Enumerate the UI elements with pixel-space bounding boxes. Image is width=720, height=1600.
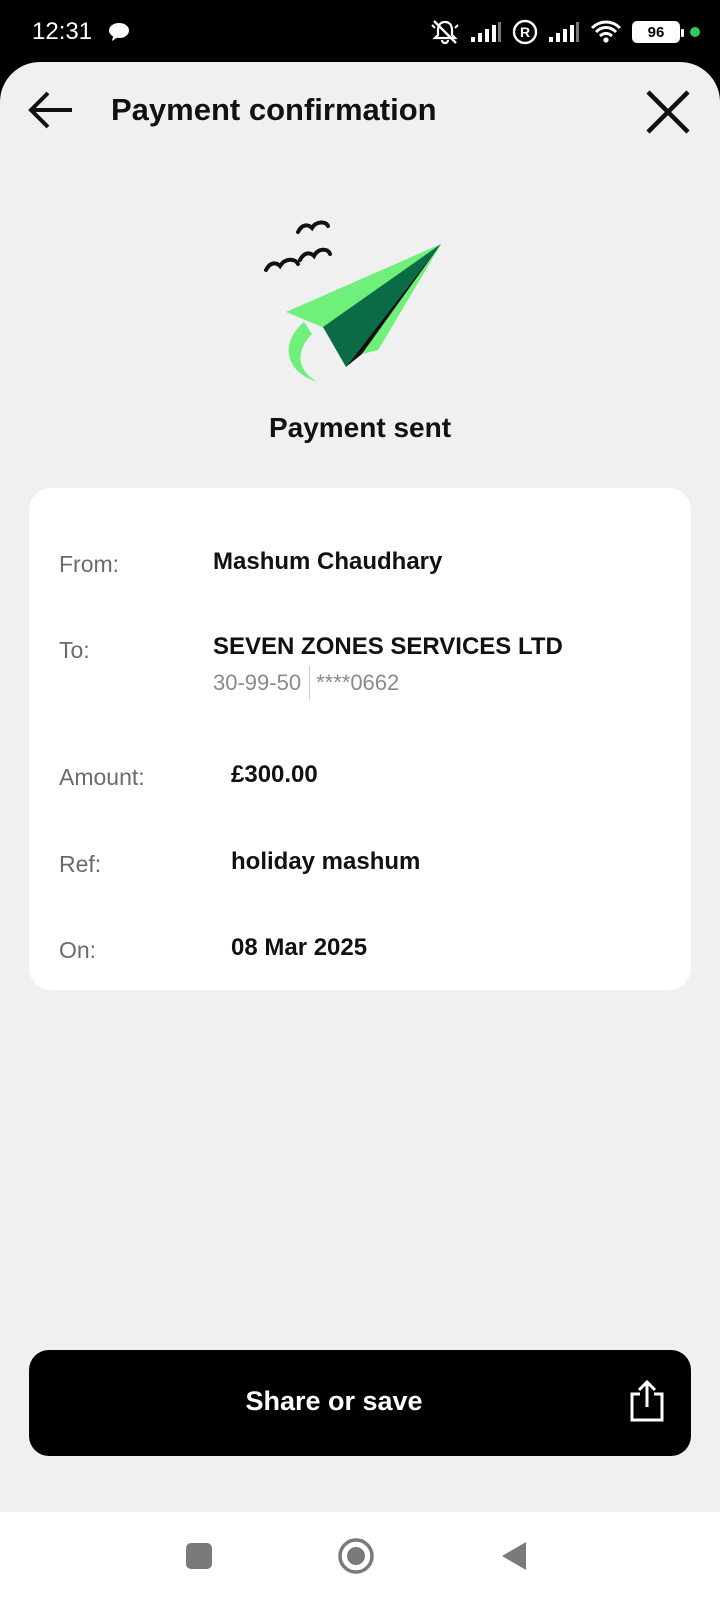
header: Payment confirmation	[0, 62, 720, 162]
muted-bell-icon	[431, 20, 459, 45]
back-triangle-icon[interactable]	[492, 1534, 536, 1578]
account-divider	[309, 666, 311, 700]
share-or-save-label: Share or save	[245, 1386, 423, 1416]
recents-square-icon[interactable]	[177, 1534, 221, 1578]
battery-level: 96	[647, 23, 665, 41]
screen: 12:31 R 96 Payment confirmation Payment …	[0, 0, 720, 1600]
wifi-icon	[590, 20, 622, 43]
account-details: 30-99-50 ****0662	[213, 666, 399, 700]
on-label: On:	[59, 937, 97, 963]
page-title: Payment confirmation	[111, 92, 437, 127]
paper-plane-icon	[264, 220, 441, 382]
signal-icon	[549, 22, 579, 42]
svg-text:R: R	[520, 24, 530, 40]
share-icon	[630, 1380, 664, 1422]
signal-icon	[471, 22, 501, 42]
from-label: From:	[59, 551, 120, 577]
ref-value: holiday mashum	[231, 848, 421, 875]
payment-details-card: From: Mashum Chaudhary To: SEVEN ZONES S…	[29, 488, 691, 990]
account-number: ****0662	[316, 670, 400, 695]
on-value: 08 Mar 2025	[231, 934, 368, 961]
to-label: To:	[59, 637, 90, 663]
amount-value: £300.00	[231, 761, 318, 788]
payment-confirmation-sheet: Payment confirmation Payment sent From: …	[0, 62, 720, 1512]
status-time: 12:31	[32, 18, 93, 45]
back-arrow-icon[interactable]	[26, 88, 76, 132]
share-or-save-button[interactable]: Share or save	[29, 1350, 691, 1456]
to-value: SEVEN ZONES SERVICES LTD	[213, 633, 563, 660]
payment-status-heading: Payment sent	[268, 412, 452, 443]
sort-code: 30-99-50	[213, 670, 302, 695]
privacy-indicator-dot	[690, 27, 700, 37]
ref-label: Ref:	[59, 851, 102, 877]
status-icons: R 96	[430, 18, 700, 46]
registered-icon: R	[512, 19, 538, 45]
system-nav-bar	[0, 1512, 720, 1600]
home-circle-icon[interactable]	[334, 1534, 378, 1578]
status-bar: 12:31 R 96	[0, 0, 720, 64]
chat-bubble-icon	[109, 23, 129, 41]
from-value: Mashum Chaudhary	[213, 548, 443, 575]
amount-label: Amount:	[59, 764, 145, 790]
battery-icon: 96	[632, 21, 684, 43]
close-icon[interactable]	[644, 88, 692, 136]
